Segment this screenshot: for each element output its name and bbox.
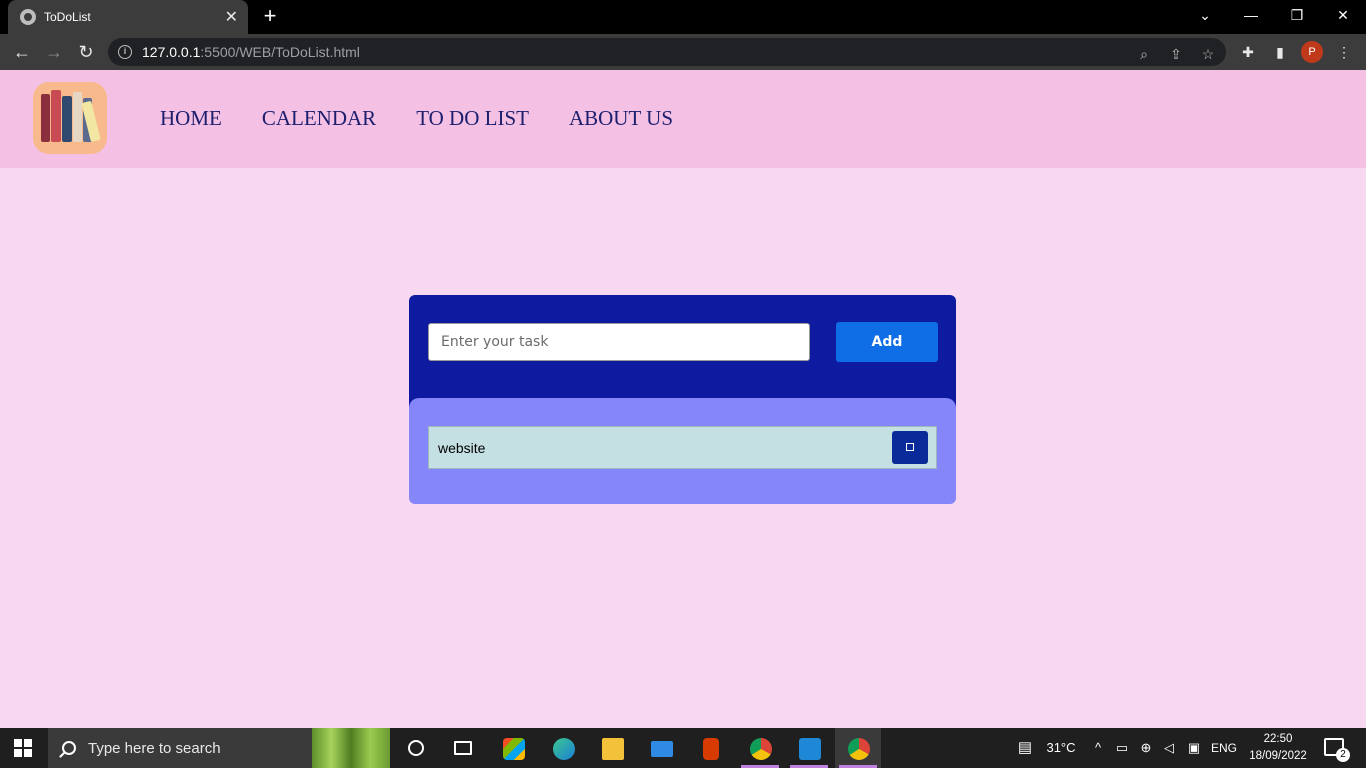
side-panel-icon[interactable]: ▮ (1270, 42, 1290, 62)
news-widget-icon[interactable]: ▤ (1012, 728, 1038, 768)
office-icon[interactable] (687, 728, 733, 768)
chrome-active-icon[interactable] (835, 728, 881, 768)
profile-avatar[interactable]: P (1301, 41, 1323, 63)
url-host: 127.0.0.1 (142, 44, 201, 60)
input-language[interactable]: ENG (1208, 728, 1240, 768)
vscode-icon[interactable] (786, 728, 832, 768)
menu-kebab-icon[interactable]: ⋮ (1334, 42, 1354, 62)
clock-time: 22:50 (1263, 733, 1293, 745)
zoom-icon[interactable]: ⌕ (1134, 44, 1154, 64)
browser-tab-bar: ToDoList ✕ + ⌄ — ❐ ✕ (0, 0, 1366, 34)
square-icon (906, 443, 914, 451)
taskbar-search-box[interactable]: Type here to search (48, 728, 390, 768)
browser-toolbar: ← → ↻ i 127.0.0.1 :5500/WEB/ToDoList.htm… (0, 34, 1366, 70)
battery-icon[interactable]: ▣ (1184, 728, 1204, 768)
reload-icon[interactable]: ↻ (74, 40, 98, 64)
network-globe-icon[interactable]: ⊕ (1137, 728, 1155, 768)
search-icon (62, 741, 76, 755)
nav-todo-list[interactable]: TO DO LIST (416, 106, 529, 131)
windows-start-icon[interactable] (14, 739, 32, 757)
new-tab-button[interactable]: + (258, 4, 282, 28)
task-input[interactable] (428, 323, 810, 361)
tab-title: ToDoList (44, 10, 91, 24)
close-window-button[interactable]: ✕ (1320, 0, 1366, 30)
chrome-icon[interactable] (737, 728, 783, 768)
page-body: HOME CALENDAR TO DO LIST ABOUT US Add we… (0, 70, 1366, 728)
add-task-button[interactable]: Add (836, 322, 938, 362)
cortana-icon[interactable] (393, 728, 439, 768)
browser-tab[interactable]: ToDoList ✕ (8, 0, 248, 34)
clock-date: 18/09/2022 (1249, 750, 1307, 762)
books-logo[interactable] (33, 82, 107, 154)
nav-calendar[interactable]: CALENDAR (262, 106, 376, 131)
muted-speaker-icon[interactable]: ◁ (1160, 728, 1178, 768)
search-placeholder: Type here to search (88, 739, 221, 757)
logo-book (62, 96, 72, 142)
back-icon[interactable]: ← (10, 40, 34, 64)
delete-task-button[interactable] (892, 431, 928, 464)
task-text: website (438, 440, 486, 456)
restore-button[interactable]: ❐ (1274, 0, 1320, 30)
address-bar[interactable]: i 127.0.0.1 :5500/WEB/ToDoList.html ⌕ ⇪ … (108, 38, 1226, 66)
nav-about-us[interactable]: ABOUT US (569, 106, 673, 131)
chevron-up-icon[interactable]: ^ (1090, 728, 1106, 768)
main-nav: HOME CALENDAR TO DO LIST ABOUT US (160, 106, 673, 131)
logo-book (51, 90, 61, 142)
share-icon[interactable]: ⇪ (1166, 44, 1186, 64)
tab-close-icon[interactable]: ✕ (225, 7, 238, 27)
system-clock[interactable]: 22:50 18/09/2022 (1242, 731, 1314, 765)
windows-taskbar: Type here to search ▤ 31°C ^ ▭ ⊕ ◁ ▣ ENG… (0, 728, 1366, 768)
tab-search-icon[interactable]: ⌄ (1182, 0, 1228, 30)
usb-icon[interactable]: ▭ (1113, 728, 1131, 768)
task-view-icon[interactable] (440, 728, 486, 768)
store-icon[interactable] (490, 728, 536, 768)
globe-icon (20, 9, 36, 25)
task-item: website (428, 426, 937, 469)
file-explorer-icon[interactable] (589, 728, 635, 768)
notification-center-icon[interactable]: 2 (1324, 738, 1350, 762)
site-header: HOME CALENDAR TO DO LIST ABOUT US (0, 70, 1366, 168)
logo-book (41, 94, 50, 142)
minimize-button[interactable]: — (1228, 0, 1274, 30)
notification-badge: 2 (1336, 748, 1350, 762)
bookmark-star-icon[interactable]: ☆ (1198, 44, 1218, 64)
logo-book (73, 92, 82, 142)
mail-icon[interactable] (638, 728, 684, 768)
url-path: :5500/WEB/ToDoList.html (200, 44, 360, 60)
site-info-icon[interactable]: i (118, 45, 132, 59)
weather-temp[interactable]: 31°C (1042, 728, 1080, 768)
search-highlight-image (312, 728, 390, 768)
extensions-icon[interactable]: ✚ (1238, 42, 1258, 62)
edge-icon[interactable] (540, 728, 586, 768)
forward-icon[interactable]: → (42, 40, 66, 64)
nav-home[interactable]: HOME (160, 106, 222, 131)
